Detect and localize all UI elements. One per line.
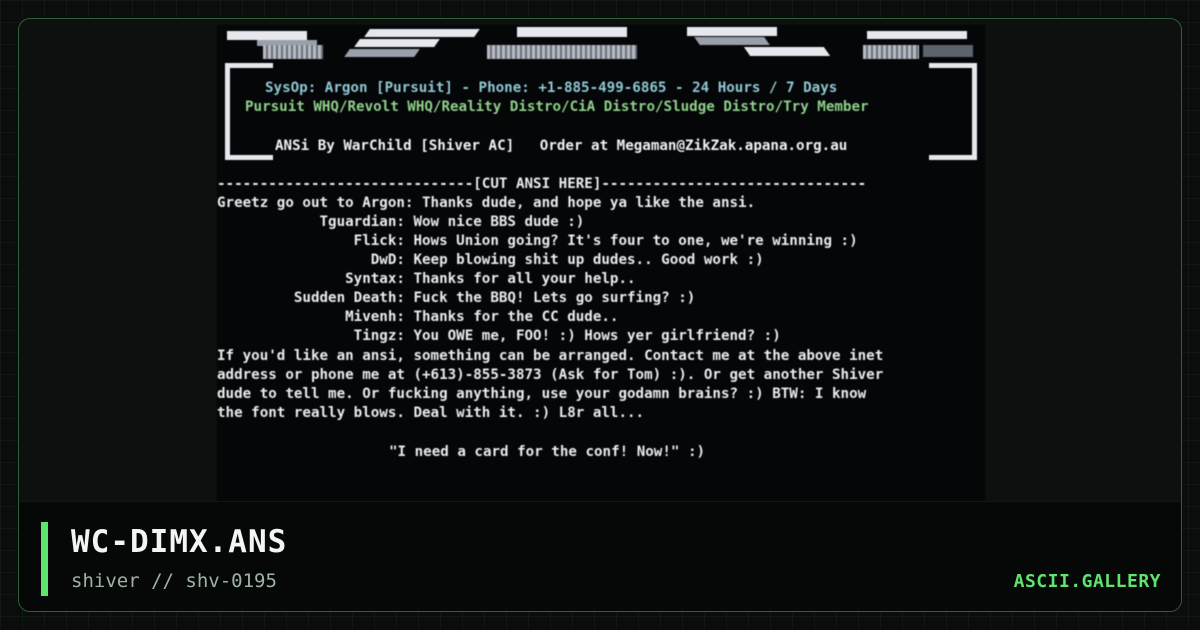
- logo-shade: [263, 45, 323, 59]
- greet-line: Syntax: Thanks for all your help..: [217, 271, 636, 287]
- logo-shade: [487, 45, 637, 59]
- greet-line: Greetz go out to Argon: Thanks dude, and…: [217, 195, 756, 211]
- quote-line: "I need a card for the conf! Now!" :): [389, 444, 706, 460]
- logo-block: [743, 47, 831, 56]
- closing-line: address or phone me at (+613)-855-3873 (…: [217, 367, 884, 383]
- logo-block: [687, 27, 777, 36]
- cut-line: ------------------------------[CUT ANSI …: [217, 176, 867, 192]
- closing-line: If you'd like an ansi, something can be …: [217, 348, 884, 364]
- logo-block: [867, 31, 967, 39]
- logo-block: [354, 39, 440, 47]
- logo-block: [694, 37, 770, 45]
- ansi-artwork: SysOp: Argon [Pursuit] - Phone: +1-885-4…: [217, 25, 985, 501]
- logo-block: [517, 27, 627, 37]
- greet-line: Tingz: You OWE me, FOO! :) Hows yer girl…: [217, 328, 781, 344]
- frame-edge: [972, 63, 977, 159]
- frame-edge: [225, 155, 273, 160]
- credit-line: ANSi By WarChild [Shiver AC] Order at Me…: [275, 138, 848, 154]
- card-footer: WC-DIMX.ANS shiver // shv-0195 ASCII.GAL…: [19, 501, 1181, 611]
- gallery-card: SysOp: Argon [Pursuit] - Phone: +1-885-4…: [18, 18, 1182, 612]
- site-brand[interactable]: ASCII.GALLERY: [1014, 571, 1161, 592]
- greet-line: Mivenh: Thanks for the CC dude..: [217, 309, 619, 325]
- logo-shade: [863, 45, 919, 59]
- affiliation-line: Pursuit WHQ/Revolt WHQ/Reality Distro/Ci…: [245, 99, 869, 115]
- greet-line: DwD: Keep blowing shit up dudes.. Good w…: [217, 252, 764, 268]
- artwork-title[interactable]: WC-DIMX.ANS: [71, 524, 287, 560]
- sysop-line: SysOp: Argon [Pursuit] - Phone: +1-885-4…: [265, 80, 838, 96]
- frame-edge: [929, 155, 977, 160]
- greet-line: Flick: Hows Union going? It's four to on…: [217, 233, 858, 249]
- logo-block: [227, 31, 307, 40]
- frame-edge: [929, 63, 977, 68]
- closing-line: dude to tell me. Or fucking anything, us…: [217, 386, 867, 402]
- ansi-banner: SysOp: Argon [Pursuit] - Phone: +1-885-4…: [217, 25, 985, 171]
- frame-edge: [225, 63, 230, 159]
- greet-line: Tguardian: Wow nice BBS dude :): [217, 214, 585, 230]
- frame-edge: [225, 63, 273, 68]
- logo-block: [364, 29, 480, 37]
- logo-block: [923, 45, 973, 57]
- greet-line: Sudden Death: Fuck the BBQ! Lets go surf…: [217, 290, 696, 306]
- logo-block: [344, 49, 420, 57]
- closing-line: the font really blows. Deal with it. :) …: [217, 405, 645, 421]
- artwork-subtitle: shiver // shv-0195: [71, 570, 277, 592]
- accent-bar: [41, 522, 48, 596]
